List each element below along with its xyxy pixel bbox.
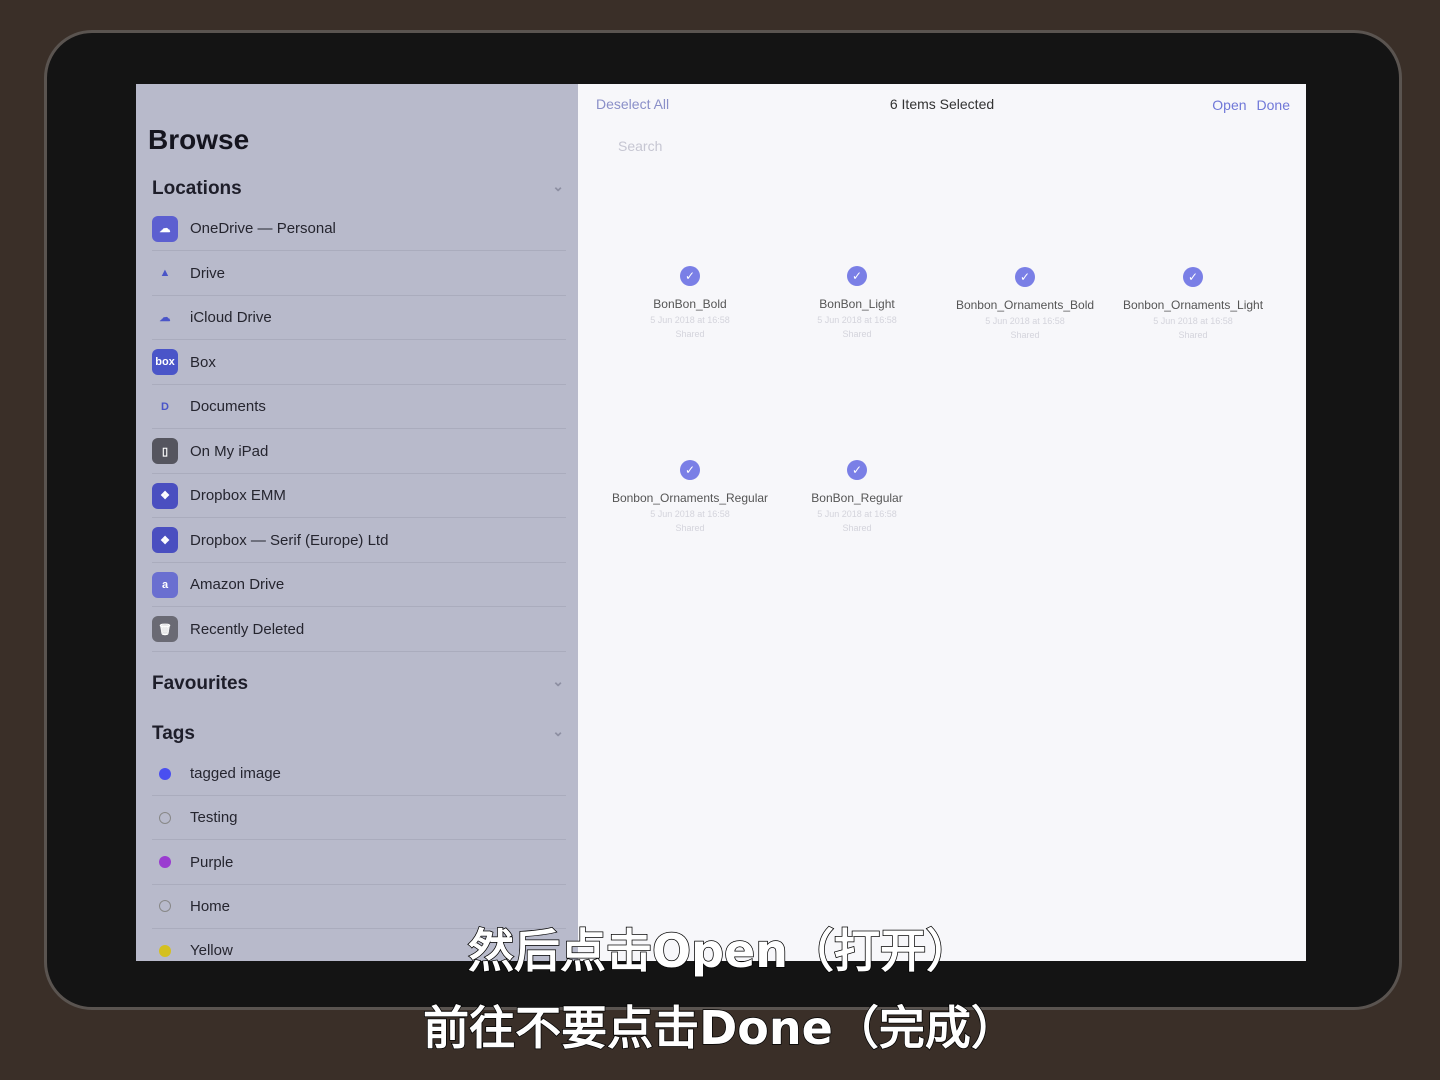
file-status: Shared bbox=[675, 329, 705, 339]
file-item[interactable]: ✓ Bonbon_Ornaments_Regular 5 Jun 2018 at 1… bbox=[606, 460, 774, 535]
subtitle-line: 然后点击Open（打开） bbox=[467, 923, 972, 979]
section-label: Tags bbox=[152, 723, 195, 744]
icloud-icon: ☁ bbox=[159, 312, 171, 324]
tag-color-dot bbox=[159, 811, 171, 824]
sidebar-item[interactable]: 🗑 Recently Deleted bbox=[152, 608, 566, 652]
file-date: 5 Jun 2018 at 16:58 bbox=[1153, 316, 1233, 326]
file-status: Shared bbox=[842, 523, 872, 533]
file-status: Shared bbox=[1010, 330, 1040, 340]
sidebar-item[interactable]: ❖ Dropbox — Serif (Europe) Ltd bbox=[152, 519, 566, 563]
trash-icon: 🗑 bbox=[152, 616, 178, 642]
locations-header[interactable]: Locations ⌄ bbox=[152, 178, 564, 200]
sidebar-item-label: iCloud Drive bbox=[190, 309, 272, 326]
sidebar-item[interactable]: ☁ iCloud Drive bbox=[152, 296, 566, 340]
tag-item[interactable]: Purple bbox=[152, 841, 566, 885]
checkmark-icon: ✓ bbox=[1015, 267, 1035, 287]
file-item[interactable]: ✓ Bonbon_Ornaments_Light 5 Jun 2018 at 16:… bbox=[1109, 267, 1277, 342]
file-name: BonBon_Regular bbox=[811, 491, 903, 505]
checkmark-icon: ✓ bbox=[680, 460, 700, 480]
file-date: 5 Jun 2018 at 16:58 bbox=[650, 315, 730, 325]
tag-item[interactable]: tagged image bbox=[152, 752, 566, 796]
dropbox-icon: ❖ bbox=[152, 482, 178, 509]
sidebar-item[interactable]: box Box bbox=[152, 341, 566, 385]
sidebar-item[interactable]: ☁ OneDrive — Personal bbox=[152, 207, 566, 251]
sidebar-item[interactable]: ❖ Dropbox EMM bbox=[152, 474, 566, 518]
sidebar-item-label: Box bbox=[190, 353, 216, 371]
dropbox-icon: ❖ bbox=[152, 527, 178, 553]
tag-label: tagged image bbox=[190, 765, 281, 782]
sidebar-item-label: Dropbox EMM bbox=[190, 487, 286, 504]
tag-color-dot bbox=[159, 767, 171, 780]
tag-label: Purple bbox=[190, 853, 234, 871]
file-date: 5 Jun 2018 at 16:58 bbox=[650, 509, 730, 519]
sidebar-item-label: Dropbox — Serif (Europe) Ltd bbox=[190, 531, 389, 549]
google-drive-icon: ▲ bbox=[159, 267, 171, 279]
sidebar-item-label: Documents bbox=[190, 398, 266, 415]
file-item[interactable]: ✓ BonBon_Light 5 Jun 2018 at 16:58 Shared bbox=[773, 266, 941, 341]
tag-item[interactable]: Testing bbox=[152, 796, 566, 841]
ipad-screen: Browse Locations ⌄ Favourites ⌄ Tags ⌄ ☁ One… bbox=[136, 84, 1306, 961]
checkmark-icon: ✓ bbox=[847, 460, 867, 480]
checkmark-icon: ✓ bbox=[1183, 267, 1203, 287]
done-button[interactable]: Done bbox=[1257, 97, 1290, 113]
file-name: BonBon_Bold bbox=[653, 297, 727, 311]
tag-label: Testing bbox=[190, 809, 238, 827]
sidebar-item-label: On My iPad bbox=[190, 442, 269, 460]
selection-title: 6 Items Selected bbox=[889, 96, 995, 112]
sidebar-item-label: OneDrive — Personal bbox=[190, 220, 336, 237]
file-name: Bonbon_Ornaments_Light bbox=[1122, 298, 1264, 312]
section-label: Locations bbox=[152, 178, 242, 199]
file-name: BonBon_Light bbox=[819, 297, 895, 311]
file-browser: Deselect All 6 Items Selected Open Done S… bbox=[578, 84, 1306, 961]
file-date: 5 Jun 2018 at 16:58 bbox=[817, 315, 897, 325]
file-date: 5 Jun 2018 at 16:58 bbox=[985, 316, 1065, 326]
open-button[interactable]: Open bbox=[1212, 97, 1246, 113]
sidebar: Browse Locations ⌄ Favourites ⌄ Tags ⌄ ☁ One… bbox=[136, 84, 578, 961]
chevron-down-icon: ⌄ bbox=[552, 723, 564, 739]
tags-header[interactable]: Tags ⌄ bbox=[152, 723, 564, 745]
tag-color-dot bbox=[159, 856, 171, 869]
chevron-down-icon: ⌄ bbox=[552, 178, 564, 194]
tag-color-dot bbox=[159, 900, 171, 913]
sidebar-item[interactable]: D Documents bbox=[152, 385, 566, 429]
sidebar-item-label: Recently Deleted bbox=[190, 620, 305, 638]
file-item[interactable]: ✓ BonBon_Bold 5 Jun 2018 at 16:58 Shared bbox=[606, 266, 774, 341]
file-item[interactable]: ✓ Bonbon_Ornaments_Bold 5 Jun 2018 at 16:5… bbox=[941, 267, 1109, 342]
tag-label: Home bbox=[190, 897, 231, 915]
file-date: 5 Jun 2018 at 16:58 bbox=[817, 509, 897, 519]
chevron-down-icon: ⌄ bbox=[552, 673, 564, 689]
subtitle-line: 前往不要点击Done（完成） bbox=[422, 1000, 1017, 1056]
sidebar-item-label: Amazon Drive bbox=[190, 576, 285, 593]
sidebar-item-label: Drive bbox=[190, 264, 226, 282]
checkmark-icon: ✓ bbox=[680, 266, 700, 286]
sidebar-item[interactable]: ▯ On My iPad bbox=[152, 430, 566, 474]
documents-icon: D bbox=[161, 400, 169, 413]
favourites-header[interactable]: Favourites ⌄ bbox=[152, 673, 564, 695]
onedrive-icon: ☁ bbox=[152, 215, 178, 242]
box-icon: box bbox=[152, 349, 178, 375]
file-name: Bonbon_Ornaments_Bold bbox=[955, 298, 1095, 312]
page-title: Browse bbox=[148, 124, 250, 155]
amazon-drive-icon: a bbox=[152, 571, 178, 598]
sidebar-item[interactable]: ▲ Drive bbox=[152, 252, 566, 296]
file-item[interactable]: ✓ BonBon_Regular 5 Jun 2018 at 16:58 Shared bbox=[773, 460, 941, 535]
file-status: Shared bbox=[842, 329, 872, 339]
ipad-icon: ▯ bbox=[152, 438, 178, 464]
search-input[interactable]: Search bbox=[618, 138, 662, 154]
file-name: Bonbon_Ornaments_Regular bbox=[611, 491, 769, 505]
file-status: Shared bbox=[675, 523, 705, 533]
sidebar-item[interactable]: a Amazon Drive bbox=[152, 563, 566, 607]
section-label: Favourites bbox=[152, 673, 249, 694]
file-status: Shared bbox=[1178, 330, 1208, 340]
checkmark-icon: ✓ bbox=[847, 266, 867, 286]
